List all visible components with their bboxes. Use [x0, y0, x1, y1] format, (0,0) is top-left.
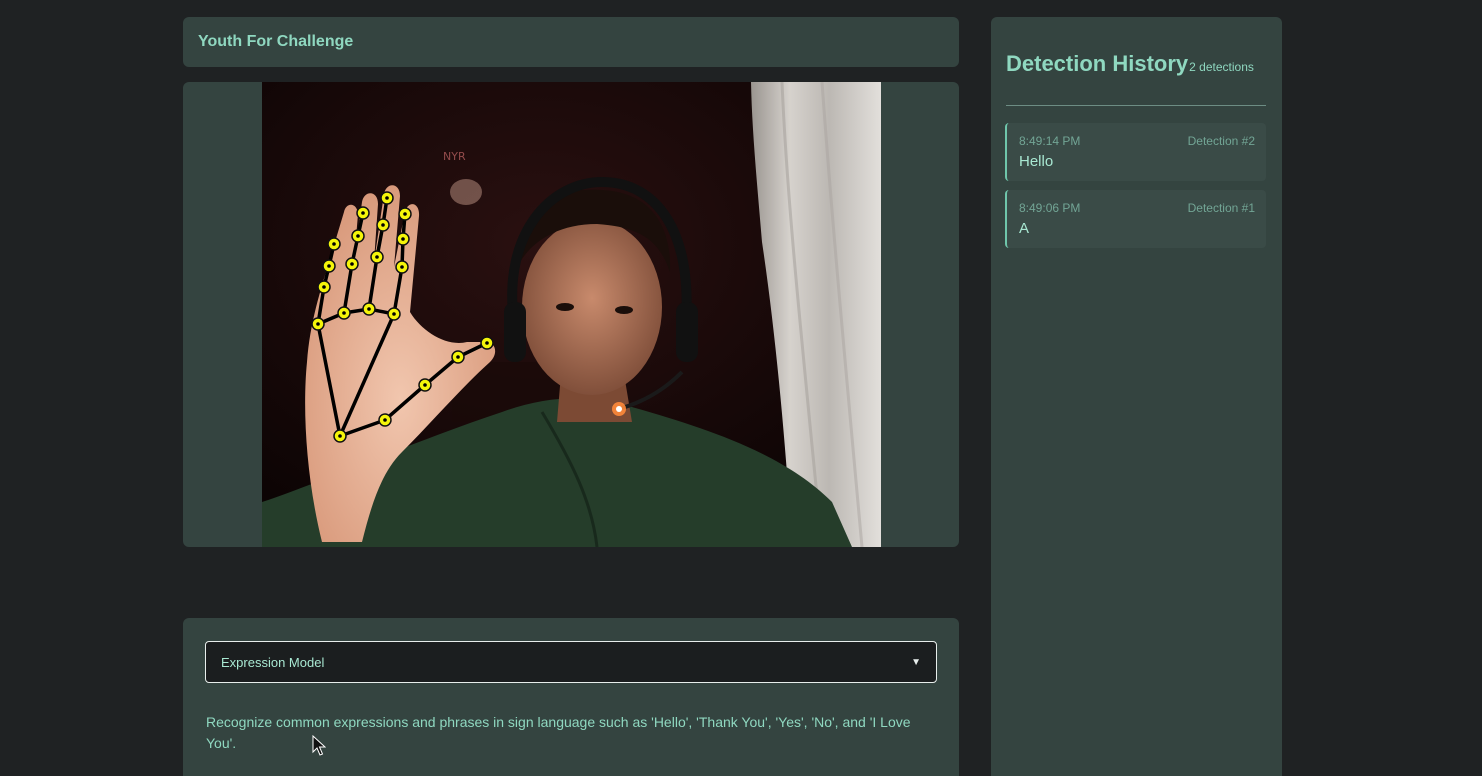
- header-bar: Youth For Challenge: [183, 17, 959, 67]
- detection-time: 8:49:14 PM: [1019, 134, 1081, 148]
- history-title: Detection History: [1006, 51, 1189, 76]
- chevron-down-icon: ▼: [911, 656, 921, 668]
- wall-poster: NYR: [443, 150, 466, 163]
- detection-history-panel: Detection History 2 detections 8:49:14 P…: [991, 17, 1282, 776]
- divider: [1006, 105, 1266, 106]
- history-item[interactable]: 8:49:06 PM Detection #1 A: [1005, 190, 1266, 248]
- history-header: Detection History 2 detections: [1006, 51, 1266, 77]
- history-item[interactable]: 8:49:14 PM Detection #2 Hello: [1005, 123, 1266, 181]
- mouse-pointer-icon: [312, 735, 326, 756]
- webcam-feed: NYR: [262, 82, 881, 547]
- detection-count: 2 detections: [1189, 60, 1254, 74]
- model-select-value: Expression Model: [221, 654, 325, 670]
- video-panel: NYR: [183, 82, 959, 547]
- detection-number: Detection #2: [1187, 134, 1255, 148]
- detection-time: 8:49:06 PM: [1019, 201, 1081, 215]
- model-controls-panel: Expression Model ▼ Recognize common expr…: [183, 618, 959, 776]
- app-title: Youth For Challenge: [198, 33, 354, 50]
- detection-number: Detection #1: [1187, 201, 1255, 215]
- detection-label: Hello: [1019, 153, 1054, 170]
- model-select-dropdown[interactable]: Expression Model ▼: [205, 641, 937, 683]
- app-root: Youth For Challenge NYR Expression Model…: [0, 0, 1482, 776]
- webcam-frame: NYR: [262, 82, 881, 547]
- detection-label: A: [1019, 220, 1030, 237]
- person-face: [522, 219, 662, 395]
